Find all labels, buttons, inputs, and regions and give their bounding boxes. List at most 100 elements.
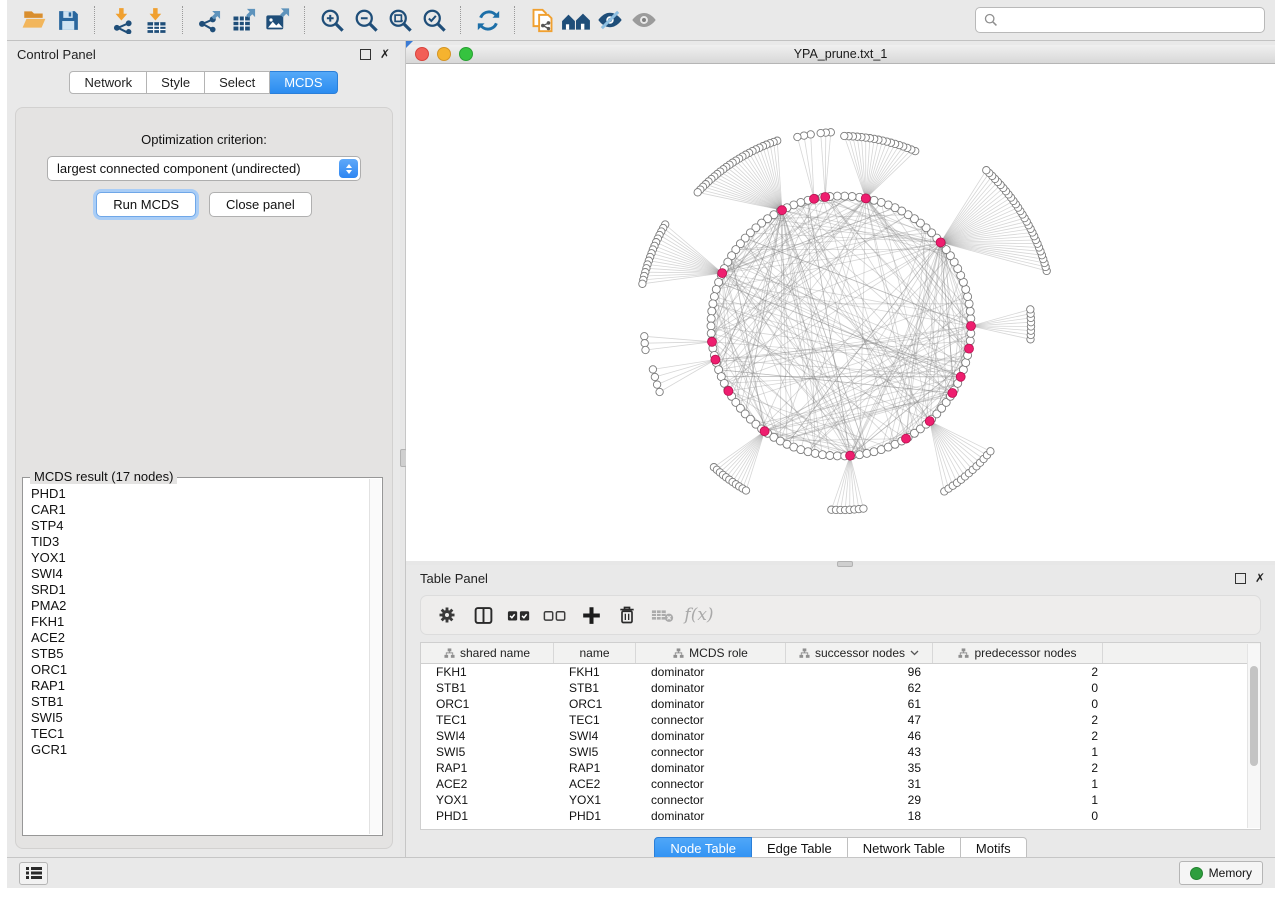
memory-button[interactable]: Memory bbox=[1179, 861, 1263, 885]
toolbar-separator bbox=[514, 6, 516, 34]
column-header[interactable]: successor nodes bbox=[786, 643, 933, 663]
mcds-result-item[interactable]: ORC1 bbox=[31, 662, 370, 678]
table-row[interactable]: TEC1TEC1connector472 bbox=[421, 712, 1260, 728]
table-row[interactable]: SWI5SWI5connector431 bbox=[421, 744, 1260, 760]
column-layout-icon[interactable] bbox=[468, 601, 498, 629]
open-file-icon[interactable] bbox=[19, 5, 49, 35]
horizontal-splitter[interactable] bbox=[406, 561, 1275, 565]
close-panel-button[interactable]: Close panel bbox=[209, 192, 312, 217]
table-row[interactable]: FKH1FKH1dominator962 bbox=[421, 664, 1260, 680]
mcds-list-scrollbar[interactable] bbox=[369, 479, 381, 834]
table-row[interactable]: RAP1RAP1dominator352 bbox=[421, 760, 1260, 776]
app-window: Control Panel ✗ Network Style Select MCD… bbox=[7, 0, 1275, 888]
network-graph[interactable] bbox=[406, 64, 1275, 562]
toolbar-separator bbox=[304, 6, 306, 34]
mcds-result-item[interactable]: TID3 bbox=[31, 534, 370, 550]
criterion-dropdown[interactable]: largest connected component (undirected) bbox=[47, 156, 361, 181]
mcds-result-item[interactable]: SRD1 bbox=[31, 582, 370, 598]
mcds-result-item[interactable]: FKH1 bbox=[31, 614, 370, 630]
table-row[interactable]: PHD1PHD1dominator180 bbox=[421, 808, 1260, 824]
first-neighbors-icon[interactable] bbox=[561, 5, 591, 35]
node-table: shared namenameMCDS rolesuccessor nodesp… bbox=[420, 642, 1261, 830]
mcds-result-item[interactable]: RAP1 bbox=[31, 678, 370, 694]
tab-network[interactable]: Network bbox=[69, 71, 147, 94]
close-panel-icon[interactable]: ✗ bbox=[1255, 572, 1265, 584]
mcds-result-item[interactable]: TEC1 bbox=[31, 726, 370, 742]
run-mcds-button[interactable]: Run MCDS bbox=[96, 192, 196, 217]
column-header[interactable]: shared name bbox=[421, 643, 554, 663]
zoom-in-icon[interactable] bbox=[317, 5, 347, 35]
search-input[interactable] bbox=[1004, 12, 1256, 28]
table-cell: STB1 bbox=[554, 681, 636, 695]
show-all-icon[interactable] bbox=[629, 5, 659, 35]
column-header[interactable]: MCDS role bbox=[636, 643, 786, 663]
select-all-checkboxes-icon[interactable] bbox=[504, 601, 534, 629]
table-cell: 1 bbox=[933, 745, 1103, 759]
import-network-icon[interactable] bbox=[107, 5, 137, 35]
table-scrollbar[interactable] bbox=[1247, 644, 1260, 828]
table-row[interactable]: ORC1ORC1dominator610 bbox=[421, 696, 1260, 712]
search-icon bbox=[984, 13, 998, 27]
float-panel-icon[interactable] bbox=[360, 49, 371, 60]
sort-desc-icon bbox=[910, 650, 919, 656]
zoom-selected-icon[interactable] bbox=[419, 5, 449, 35]
delete-column-icon[interactable] bbox=[612, 601, 642, 629]
table-row[interactable]: STB1STB1dominator620 bbox=[421, 680, 1260, 696]
mcds-result-item[interactable]: ACE2 bbox=[31, 630, 370, 646]
export-table-icon[interactable] bbox=[229, 5, 259, 35]
zoom-out-icon[interactable] bbox=[351, 5, 381, 35]
table-cell: SWI5 bbox=[421, 745, 554, 759]
mcds-result-item[interactable]: SWI5 bbox=[31, 710, 370, 726]
refresh-view-icon[interactable] bbox=[473, 5, 503, 35]
table-row[interactable]: ACE2ACE2connector311 bbox=[421, 776, 1260, 792]
close-panel-icon[interactable]: ✗ bbox=[380, 48, 390, 60]
duplicate-network-icon[interactable] bbox=[527, 5, 557, 35]
table-header-row: shared namenameMCDS rolesuccessor nodesp… bbox=[421, 643, 1260, 664]
export-image-icon[interactable] bbox=[263, 5, 293, 35]
mcds-result-item[interactable]: SWI4 bbox=[31, 566, 370, 582]
table-cell: RAP1 bbox=[421, 761, 554, 775]
table-cell: 43 bbox=[786, 745, 933, 759]
export-network-icon[interactable] bbox=[195, 5, 225, 35]
float-panel-icon[interactable] bbox=[1235, 573, 1246, 584]
import-table-icon[interactable] bbox=[141, 5, 171, 35]
splitter-handle[interactable] bbox=[837, 561, 853, 567]
mcds-result-item[interactable]: PHD1 bbox=[31, 486, 370, 502]
table-cell: 1 bbox=[933, 793, 1103, 807]
optimization-criterion-label: Optimization criterion: bbox=[16, 132, 392, 147]
table-row[interactable]: YOX1YOX1connector291 bbox=[421, 792, 1260, 808]
mcds-result-item[interactable]: STP4 bbox=[31, 518, 370, 534]
tab-mcds[interactable]: MCDS bbox=[270, 71, 337, 94]
mcds-result-item[interactable]: STB1 bbox=[31, 694, 370, 710]
table-cell: STB1 bbox=[421, 681, 554, 695]
search-field[interactable] bbox=[975, 7, 1265, 33]
network-canvas[interactable] bbox=[406, 64, 1275, 561]
mcds-result-item[interactable]: PMA2 bbox=[31, 598, 370, 614]
mcds-result-item[interactable]: CAR1 bbox=[31, 502, 370, 518]
zoom-fit-icon[interactable] bbox=[385, 5, 415, 35]
table-cell: ACE2 bbox=[554, 777, 636, 791]
add-column-icon[interactable] bbox=[576, 601, 606, 629]
save-session-icon[interactable] bbox=[53, 5, 83, 35]
mcds-result-item[interactable]: YOX1 bbox=[31, 550, 370, 566]
mcds-result-item[interactable]: STB5 bbox=[31, 646, 370, 662]
mcds-result-list[interactable]: PHD1CAR1STP4TID3YOX1SWI4SRD1PMA2FKH1ACE2… bbox=[24, 486, 370, 834]
main-area: Control Panel ✗ Network Style Select MCD… bbox=[7, 41, 1275, 857]
table-cell: FKH1 bbox=[421, 665, 554, 679]
table-cell: dominator bbox=[636, 665, 786, 679]
control-panel-header: Control Panel ✗ bbox=[7, 41, 400, 67]
tab-select[interactable]: Select bbox=[205, 71, 270, 94]
mcds-result-item[interactable]: GCR1 bbox=[31, 742, 370, 758]
settings-gear-icon[interactable] bbox=[432, 601, 462, 629]
tab-style[interactable]: Style bbox=[147, 71, 205, 94]
column-header[interactable]: name bbox=[554, 643, 636, 663]
task-history-button[interactable] bbox=[19, 862, 48, 885]
table-row[interactable]: SWI4SWI4dominator462 bbox=[421, 728, 1260, 744]
control-panel: Control Panel ✗ Network Style Select MCD… bbox=[7, 41, 400, 857]
delete-table-icon bbox=[648, 601, 678, 629]
network-titlebar[interactable]: YPA_prune.txt_1 bbox=[406, 45, 1275, 64]
column-header[interactable]: predecessor nodes bbox=[933, 643, 1103, 663]
scrollbar-thumb[interactable] bbox=[1250, 666, 1258, 766]
hide-selected-icon[interactable] bbox=[595, 5, 625, 35]
deselect-all-checkboxes-icon[interactable] bbox=[540, 601, 570, 629]
